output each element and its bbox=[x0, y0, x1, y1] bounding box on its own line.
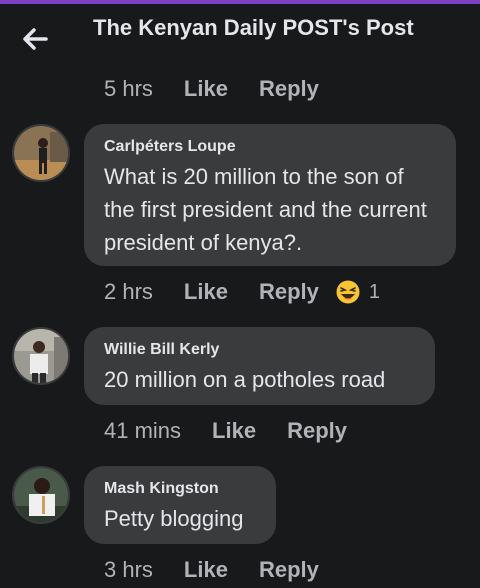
comment-actions: 3 hrs Like Reply bbox=[104, 557, 350, 583]
post-like-button[interactable]: Like bbox=[184, 76, 228, 102]
comment-bubble: Mash Kingston Petty blogging bbox=[84, 466, 276, 544]
laughing-emoji-icon bbox=[335, 279, 361, 305]
comment-like-button[interactable]: Like bbox=[212, 418, 256, 444]
post-timestamp: 5 hrs bbox=[104, 76, 153, 101]
comment-timestamp: 3 hrs bbox=[104, 557, 153, 582]
comment-timestamp: 2 hrs bbox=[104, 279, 153, 304]
comment-reply-button[interactable]: Reply bbox=[259, 279, 319, 305]
avatar-photo-mash bbox=[14, 468, 68, 522]
avatar[interactable] bbox=[12, 327, 70, 385]
comment-author[interactable]: Carlpéters Loupe bbox=[104, 136, 436, 158]
comment-timestamp: 41 mins bbox=[104, 418, 182, 443]
back-button[interactable] bbox=[18, 22, 52, 56]
post-reply-button[interactable]: Reply bbox=[259, 76, 319, 102]
post-meta-row: 5 hrs Like Reply bbox=[104, 76, 350, 102]
avatar[interactable] bbox=[12, 466, 70, 524]
comment-text: 20 million on a potholes road bbox=[104, 367, 386, 392]
post-title: The Kenyan Daily POST's Post bbox=[93, 15, 414, 40]
comment-actions: 41 mins Like Reply bbox=[104, 418, 378, 444]
comment-text: What is 20 million to the son of the fir… bbox=[104, 164, 427, 255]
comment-bubble: Carlpéters Loupe What is 20 million to t… bbox=[84, 124, 456, 266]
comment-author[interactable]: Willie Bill Kerly bbox=[104, 339, 415, 361]
avatar[interactable] bbox=[12, 124, 70, 182]
comment-actions: 2 hrs Like Reply 1 bbox=[104, 279, 380, 305]
comment-bubble: Willie Bill Kerly 20 million on a pothol… bbox=[84, 327, 435, 405]
avatar-photo-carlpeters bbox=[14, 126, 68, 180]
comment-reply-button[interactable]: Reply bbox=[259, 557, 319, 583]
comment-author[interactable]: Mash Kingston bbox=[104, 478, 256, 500]
avatar-photo-willie bbox=[14, 329, 68, 383]
comment-like-button[interactable]: Like bbox=[184, 279, 228, 305]
arrow-left-icon bbox=[23, 28, 48, 50]
reaction-summary[interactable]: 1 bbox=[335, 279, 380, 305]
comment-like-button[interactable]: Like bbox=[184, 557, 228, 583]
reaction-count: 1 bbox=[368, 280, 380, 303]
comment-text: Petty blogging bbox=[104, 506, 244, 531]
comment-reply-button[interactable]: Reply bbox=[287, 418, 347, 444]
